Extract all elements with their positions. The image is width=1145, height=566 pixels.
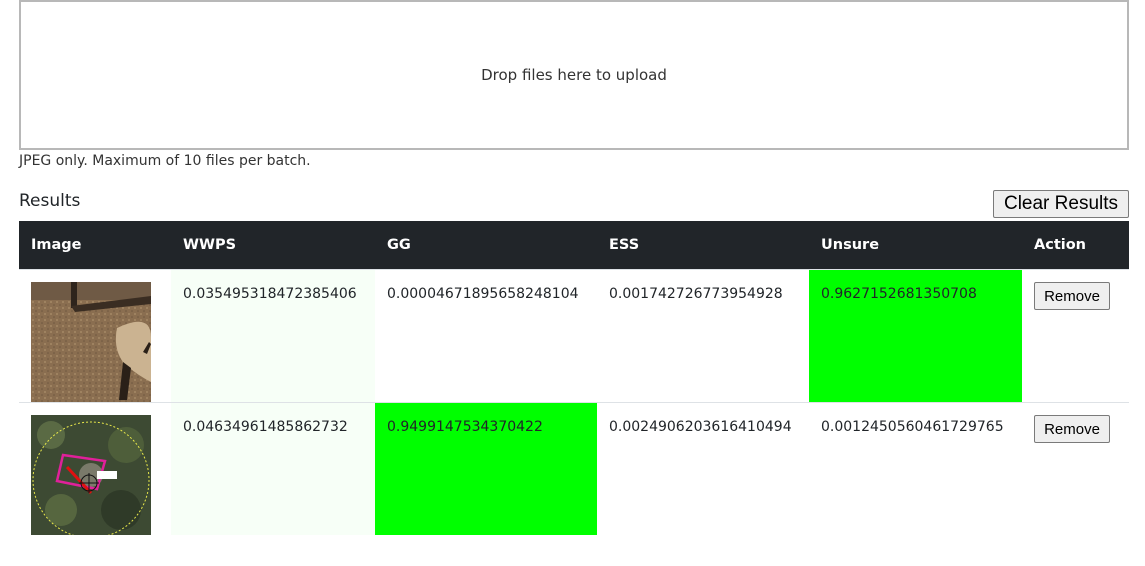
upload-note: JPEG only. Maximum of 10 files per batch…: [19, 153, 311, 169]
wwps-cell: 0.035495318472385406: [171, 269, 375, 403]
remove-button[interactable]: Remove: [1034, 415, 1110, 443]
column-header-image: Image: [19, 221, 171, 270]
file-dropzone[interactable]: Drop files here to upload: [19, 0, 1129, 150]
gg-cell: 0.9499147534370422: [375, 402, 597, 535]
column-header-ess: ESS: [597, 221, 809, 270]
ess-cell: 0.001742726773954928: [597, 269, 809, 403]
unsure-cell: 0.0012450560461729765: [809, 402, 1022, 535]
table-header-row: Image WWPS GG ESS Unsure Action: [19, 221, 1129, 270]
column-header-action: Action: [1022, 221, 1129, 270]
results-heading: Results: [19, 191, 81, 211]
carpet-chair-thumbnail: [31, 282, 151, 402]
wwps-cell: 0.04634961485862732: [171, 402, 375, 535]
gg-cell: 0.00004671895658248104: [375, 269, 597, 403]
dropzone-text: Drop files here to upload: [481, 66, 667, 84]
table-row: 0.04634961485862732 0.9499147534370422 0…: [19, 402, 1129, 535]
aerial-map-thumbnail: [31, 415, 151, 535]
column-header-wwps: WWPS: [171, 221, 375, 270]
ess-cell: 0.0024906203616410494: [597, 402, 809, 535]
action-cell: Remove: [1022, 269, 1129, 403]
unsure-cell: 0.9627152681350708: [809, 269, 1022, 403]
table-row: 0.035495318472385406 0.00004671895658248…: [19, 269, 1129, 403]
remove-button[interactable]: Remove: [1034, 282, 1110, 310]
column-header-gg: GG: [375, 221, 597, 270]
clear-results-button[interactable]: Clear Results: [993, 190, 1129, 218]
results-table: Image WWPS GG ESS Unsure Action 0.035495…: [19, 221, 1129, 535]
action-cell: Remove: [1022, 402, 1129, 535]
column-header-unsure: Unsure: [809, 221, 1022, 270]
image-cell: [19, 269, 171, 403]
image-cell: [19, 402, 171, 535]
